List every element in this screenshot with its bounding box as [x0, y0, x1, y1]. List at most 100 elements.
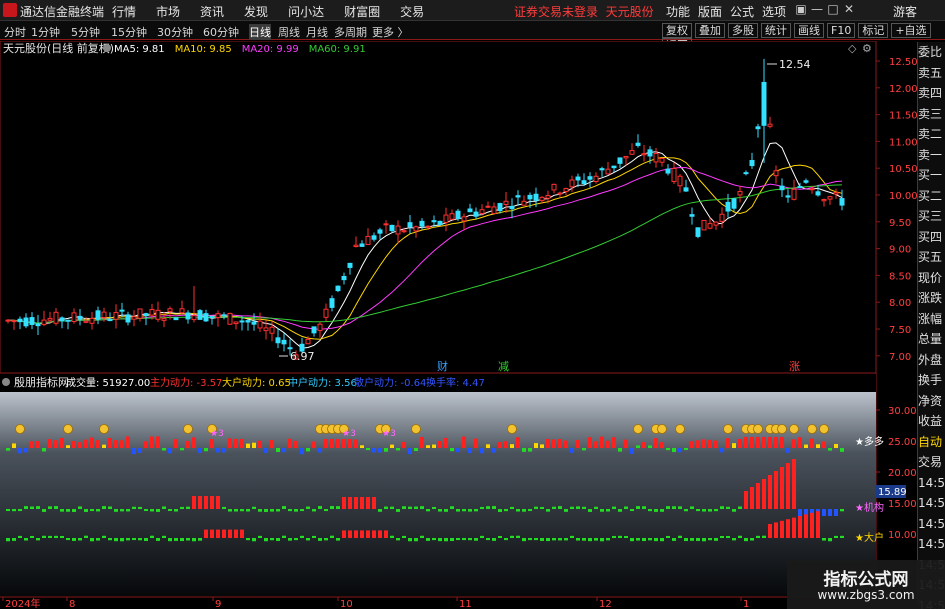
menu-item-ask[interactable]: 问小达 [288, 3, 324, 20]
menu-item-layout[interactable]: 版面 [698, 3, 722, 20]
sidebar-item[interactable]: 买一 [918, 165, 945, 186]
sidebar-item[interactable]: 买二 [918, 186, 945, 207]
candle-body [341, 275, 347, 281]
indicator-bar [150, 436, 154, 448]
kline-chart-area[interactable]: 12.50 12.00 11.50 11.00 10.50 10.00 9.50 9.00 8.… [0, 41, 917, 608]
side-label-jigou: ★机构 [855, 501, 884, 514]
period-60min[interactable]: 60分钟 [203, 24, 239, 40]
indicator-bar [504, 538, 508, 541]
minimize-icon[interactable]: — [809, 2, 825, 16]
menu-item-quotes[interactable]: 行情 [112, 3, 136, 20]
tool-draw[interactable]: 画线 [794, 23, 824, 38]
sidebar-item[interactable]: 收益 [918, 411, 945, 432]
period-monthly[interactable]: 月线 [306, 24, 328, 40]
event-label-reduce[interactable]: 减 [498, 360, 509, 373]
indicator-bar [816, 444, 820, 448]
indicator-bar [774, 522, 778, 538]
event-label-finance[interactable]: 财 [437, 359, 448, 373]
close-icon[interactable]: ✕ [841, 2, 857, 16]
indicator-bar [264, 448, 268, 453]
guest-user[interactable]: 游客 [893, 3, 917, 20]
sidebar-item[interactable]: 自动 [918, 432, 945, 453]
period-weekly[interactable]: 周线 [278, 24, 300, 40]
indicator-bar [78, 442, 82, 448]
sidebar-item[interactable]: 买四 [918, 227, 945, 248]
sidebar-item[interactable]: 卖一 [918, 145, 945, 166]
sidebar-item[interactable]: 14:56 [918, 493, 945, 514]
period-multi[interactable]: 多周期 [334, 24, 367, 40]
indicator-bar [42, 509, 46, 512]
indicator-bar [558, 439, 562, 448]
indicator-bar [264, 538, 268, 542]
period-daily[interactable]: 日线 [249, 24, 271, 40]
event-label-rise[interactable]: 涨 [789, 360, 800, 373]
indicator-bar [480, 506, 484, 509]
sidebar-item[interactable]: 涨幅 [918, 309, 945, 330]
indicator-bar [810, 438, 814, 448]
tool-mark[interactable]: 标记 [858, 23, 889, 38]
sidebar-item[interactable]: 卖二 [918, 124, 945, 145]
menu-item-function[interactable]: 功能 [666, 3, 690, 20]
tool-f10[interactable]: F10 [827, 23, 856, 38]
sidebar-item[interactable]: 卖四 [918, 83, 945, 104]
menu-item-market[interactable]: 市场 [156, 3, 180, 20]
sidebar-item[interactable]: 卖五 [918, 63, 945, 84]
sidebar-item[interactable]: 总量 [918, 329, 945, 350]
menu-item-discover[interactable]: 发现 [244, 3, 268, 20]
period-more[interactable]: 更多 〉 [372, 24, 409, 40]
quote-sidebar: 委比 卖五 卖四 卖三 卖二 卖一 买一 买二 买三 买四 买五 现价 涨跌 涨幅 总量 外盘 换手 净资 收益 自动… [917, 42, 945, 609]
indicator-bar [498, 442, 502, 448]
sidebar-item[interactable]: 委比 [918, 42, 945, 63]
candle-body [275, 337, 281, 344]
menu-item-formula[interactable]: 公式 [730, 3, 754, 20]
skin-icon[interactable]: ▣ [793, 2, 809, 16]
tool-add-watch[interactable]: +自选 [891, 23, 931, 38]
maximize-icon[interactable]: □ [825, 2, 841, 16]
indicator-bar [210, 496, 214, 509]
sidebar-item[interactable]: 外盘 [918, 350, 945, 371]
indicator-bar [288, 438, 292, 448]
indicator-bar [486, 444, 490, 448]
gear-icon[interactable]: ⚙ [862, 42, 872, 55]
candle-body [659, 157, 665, 163]
sidebar-item[interactable]: 交易 [918, 452, 945, 473]
sidebar-item[interactable]: 净资 [918, 391, 945, 412]
indicator-bar [696, 509, 700, 512]
menu-item-options[interactable]: 选项 [762, 3, 786, 20]
period-15min[interactable]: 15分钟 [111, 24, 147, 40]
candle-body [167, 308, 173, 313]
sidebar-item[interactable]: 换手 [918, 370, 945, 391]
chart-settings-icon[interactable] [103, 44, 111, 52]
sidebar-item[interactable]: 14:56 [918, 534, 945, 555]
tool-adjust[interactable]: 复权 [662, 23, 692, 38]
indicator-bar [702, 538, 706, 542]
menu-item-trade[interactable]: 交易 [400, 3, 424, 20]
period-intraday[interactable]: 分时 [4, 24, 26, 40]
period-1min[interactable]: 1分钟 [31, 24, 60, 40]
period-30min[interactable]: 30分钟 [157, 24, 193, 40]
menu-item-wealth[interactable]: 财富圈 [344, 3, 380, 20]
period-5min[interactable]: 5分钟 [71, 24, 100, 40]
sidebar-item[interactable]: 买五 [918, 247, 945, 268]
tool-multi[interactable]: 多股 [728, 23, 758, 38]
indicator-bar [408, 538, 412, 542]
tool-overlay[interactable]: 叠加 [695, 23, 725, 38]
sidebar-item[interactable]: 现价 [918, 268, 945, 289]
tool-stats[interactable]: 统计 [761, 23, 791, 38]
right-menu: 功能 版面 公式 选项 [666, 3, 794, 20]
indicator-bar [30, 535, 34, 538]
sidebar-item[interactable]: 14:56 [918, 473, 945, 494]
indicator-bar [786, 519, 790, 538]
sidebar-item[interactable]: 买三 [918, 206, 945, 227]
indicator-bar [372, 448, 376, 453]
sidebar-item[interactable]: 14:56 [918, 514, 945, 535]
sidebar-item[interactable]: 涨跌 [918, 288, 945, 309]
diamond-icon[interactable]: ◇ [848, 42, 857, 55]
indicator-bar [6, 448, 10, 451]
menu-item-news[interactable]: 资讯 [200, 3, 224, 20]
sidebar-item[interactable]: 卖三 [918, 104, 945, 125]
indicator-settings-icon[interactable] [2, 378, 10, 386]
login-notice[interactable]: 证券交易未登录 天元股份 [514, 3, 654, 20]
indicator-bar [174, 509, 178, 512]
price-tick-label: 10.50 [889, 164, 917, 175]
